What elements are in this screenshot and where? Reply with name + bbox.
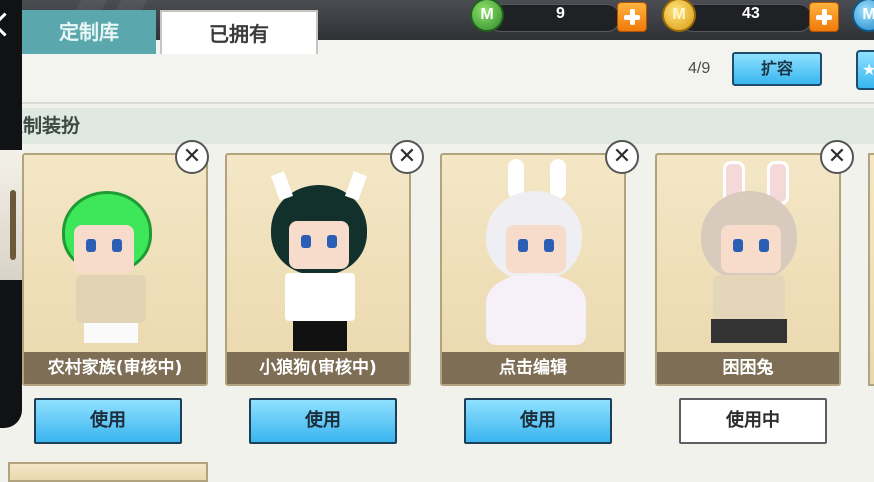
outfit-card[interactable]: 农村家族(审核中) bbox=[22, 153, 208, 386]
add-gem-button[interactable] bbox=[617, 2, 647, 32]
outfit-name: 农村家族(审核中) bbox=[24, 352, 206, 384]
use-button[interactable]: 使用 bbox=[34, 398, 182, 444]
avatar-face bbox=[721, 225, 781, 273]
avatar-sleepy-bunny bbox=[657, 155, 839, 355]
use-button[interactable]: 使用 bbox=[249, 398, 397, 444]
blue-currency-icon[interactable]: M bbox=[852, 0, 874, 32]
outfit-card[interactable]: 点击编辑 bbox=[440, 153, 626, 386]
avatar-face bbox=[289, 221, 349, 269]
coin-count: 43 bbox=[742, 5, 760, 22]
avatar-helmet bbox=[24, 155, 206, 355]
avatar-face bbox=[74, 225, 134, 273]
add-coin-button[interactable] bbox=[809, 2, 839, 32]
expand-button[interactable]: 扩容 bbox=[732, 52, 822, 86]
pants bbox=[293, 321, 347, 351]
vest bbox=[76, 275, 146, 323]
close-icon[interactable]: ✕ bbox=[820, 140, 854, 174]
star-icon: ★ bbox=[862, 60, 874, 79]
outfit-name: 小狼狗(审核中) bbox=[227, 352, 409, 384]
close-icon[interactable]: ✕ bbox=[605, 140, 639, 174]
close-icon[interactable]: ✕ bbox=[390, 140, 424, 174]
gem-count: 9 bbox=[556, 5, 565, 22]
outfit-name: 困困兔 bbox=[657, 352, 839, 384]
avatar-face bbox=[506, 225, 566, 273]
side-thumbnail[interactable] bbox=[0, 150, 22, 280]
outfit-name: 点击编辑 bbox=[442, 352, 624, 384]
outfit-card[interactable]: 困困兔 bbox=[655, 153, 841, 386]
use-button[interactable]: 使用 bbox=[464, 398, 612, 444]
skirt bbox=[711, 319, 787, 343]
outfit-card[interactable]: 小狼狗(审核中) bbox=[225, 153, 411, 386]
gem-counter bbox=[488, 4, 620, 32]
favorite-button[interactable]: ★ bbox=[856, 50, 874, 90]
ear bbox=[344, 171, 368, 201]
avatar-white-bunny bbox=[442, 155, 624, 355]
tab-owned[interactable]: 已拥有 bbox=[160, 10, 318, 54]
tab-custom-library[interactable]: 定制库 bbox=[22, 10, 156, 54]
avatar-wolf bbox=[227, 155, 409, 355]
back-arrow-icon[interactable] bbox=[0, 12, 17, 37]
vest bbox=[713, 275, 785, 319]
dress bbox=[486, 275, 586, 345]
shorts bbox=[84, 323, 138, 343]
shirt bbox=[285, 273, 355, 321]
back-panel bbox=[0, 0, 22, 428]
pen-image bbox=[10, 190, 16, 260]
ear bbox=[270, 171, 294, 201]
section-title: 定制装扮 bbox=[0, 108, 874, 144]
outfit-card-next-row[interactable] bbox=[8, 462, 208, 482]
capacity-count: 4/9 bbox=[688, 60, 711, 77]
in-use-button[interactable]: 使用中 bbox=[679, 398, 827, 444]
bunny-ear bbox=[550, 159, 566, 199]
outfit-card-partial[interactable] bbox=[868, 153, 874, 386]
close-icon[interactable]: ✕ bbox=[175, 140, 209, 174]
